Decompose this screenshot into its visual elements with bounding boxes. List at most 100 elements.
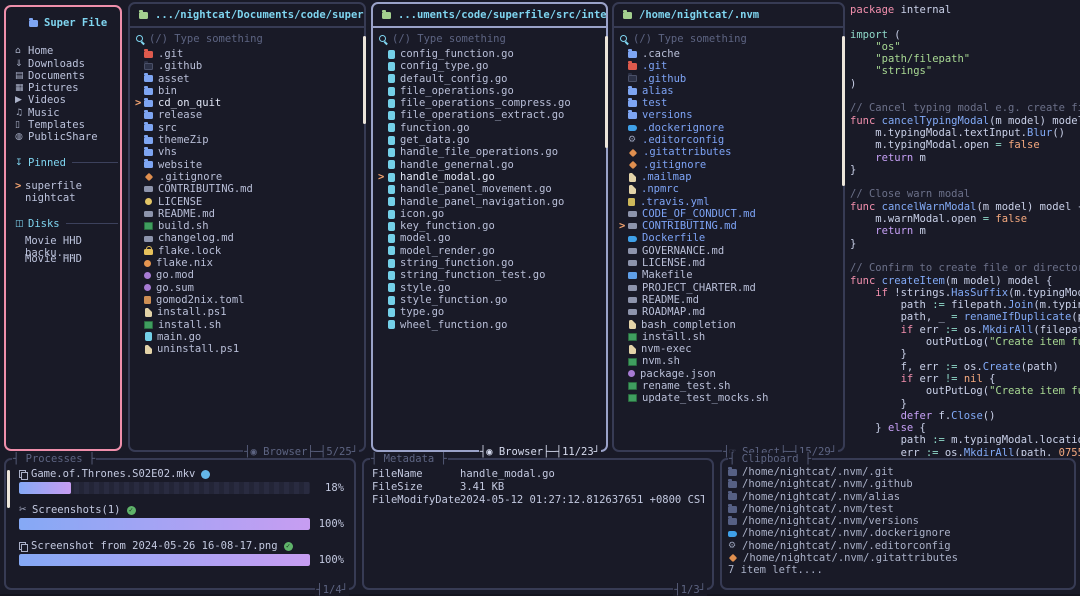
file-row[interactable]: handle_panel_movement.go	[378, 183, 606, 195]
file-row[interactable]: .npmrc	[619, 183, 843, 195]
pinned-item-superfile[interactable]: >superfile	[15, 180, 120, 192]
search-bar[interactable]: (/) Type something	[378, 33, 606, 46]
file-row[interactable]: vhs	[135, 146, 364, 158]
file-row[interactable]: .dockerignore	[619, 122, 843, 134]
file-row[interactable]: website	[135, 159, 364, 171]
file-row[interactable]: default_config.go	[378, 73, 606, 85]
file-row[interactable]: .gitignore	[619, 159, 843, 171]
file-row[interactable]: .github	[619, 73, 843, 85]
file-row[interactable]: LICENSE.md	[619, 257, 843, 269]
sidebar-item-publicshare[interactable]: ◍PublicShare	[15, 131, 120, 143]
file-row[interactable]: go.mod	[135, 269, 364, 281]
scrollbar-thumb[interactable]	[7, 470, 10, 508]
file-row[interactable]: file_operations_compress.go	[378, 97, 606, 109]
file-row[interactable]: Dockerfile	[619, 232, 843, 244]
file-row[interactable]: install.ps1	[135, 306, 364, 318]
file-row[interactable]: alias	[619, 85, 843, 97]
file-row[interactable]: .mailmap	[619, 171, 843, 183]
file-row[interactable]: ROADMAP.md	[619, 306, 843, 318]
sidebar-item-pictures[interactable]: ▦Pictures	[15, 82, 120, 94]
copy-icon	[19, 470, 31, 479]
sidebar-item-videos[interactable]: ▶Videos	[15, 94, 120, 106]
file-row[interactable]: function.go	[378, 122, 606, 134]
file-row[interactable]: Makefile	[619, 269, 843, 281]
file-row[interactable]: main.go	[135, 331, 364, 343]
file-row[interactable]: config_type.go	[378, 60, 606, 72]
file-row[interactable]: go.sum	[135, 282, 364, 294]
file-row[interactable]: update_test_mocks.sh	[619, 392, 843, 404]
file-row[interactable]: release	[135, 109, 364, 121]
clipboard-path: /home/nightcat/.nvm/.github	[742, 478, 913, 490]
file-row[interactable]: .git	[135, 48, 364, 60]
file-row[interactable]: install.sh	[619, 331, 843, 343]
file-row[interactable]: .gitattributes	[619, 146, 843, 158]
file-row[interactable]: versions	[619, 109, 843, 121]
file-row[interactable]: config_function.go	[378, 48, 606, 60]
file-row[interactable]: themeZip	[135, 134, 364, 146]
disk-item-movie-hhd-backu-[interactable]: Movie HHD backu...	[15, 241, 120, 253]
file-row[interactable]: .gitignore	[135, 171, 364, 183]
code-line: outPutLog("Create item functi	[850, 336, 1080, 348]
file-row[interactable]: test	[619, 97, 843, 109]
sidebar-item-templates[interactable]: ▯Templates	[15, 119, 120, 131]
file-row[interactable]: ⚙.editorconfig	[619, 134, 843, 146]
file-row[interactable]: changelog.md	[135, 232, 364, 244]
file-row[interactable]: flake.lock	[135, 245, 364, 257]
file-row[interactable]: key_function.go	[378, 220, 606, 232]
file-row[interactable]: .travis.yml	[619, 196, 843, 208]
search-bar[interactable]: (/) Type something	[619, 33, 843, 46]
file-row[interactable]: gomod2nix.toml	[135, 294, 364, 306]
file-row[interactable]: string_function_test.go	[378, 269, 606, 281]
file-row[interactable]: >cd_on_quit	[135, 97, 364, 109]
sidebar-item-downloads[interactable]: ⇓Downloads	[15, 58, 120, 70]
file-row[interactable]: build.sh	[135, 220, 364, 232]
file-row[interactable]: CODE_OF_CONDUCT.md	[619, 208, 843, 220]
file-row[interactable]: model_render.go	[378, 245, 606, 257]
file-row[interactable]: README.md	[135, 208, 364, 220]
file-row[interactable]: package.json	[619, 368, 843, 380]
file-row[interactable]: handle_file_operations.go	[378, 146, 606, 158]
file-row[interactable]: bin	[135, 85, 364, 97]
file-row[interactable]: .github	[135, 60, 364, 72]
file-row[interactable]: flake.nix	[135, 257, 364, 269]
file-row[interactable]: handle_panel_navigation.go	[378, 196, 606, 208]
file-row[interactable]: .git	[619, 60, 843, 72]
file-row[interactable]: asset	[135, 73, 364, 85]
scrollbar-thumb[interactable]	[605, 36, 608, 148]
file-row[interactable]: bash_completion	[619, 319, 843, 331]
file-row[interactable]: src	[135, 122, 364, 134]
search-bar[interactable]: (/) Type something	[135, 33, 364, 46]
file-row[interactable]: CONTRIBUTING.md	[135, 183, 364, 195]
sidebar-item-music[interactable]: ♫Music	[15, 107, 120, 119]
file-row[interactable]: PROJECT_CHARTER.md	[619, 282, 843, 294]
file-row[interactable]: >handle_modal.go	[378, 171, 606, 183]
file-row[interactable]: style_function.go	[378, 294, 606, 306]
file-row[interactable]: type.go	[378, 306, 606, 318]
file-row[interactable]: wheel_function.go	[378, 319, 606, 331]
file-row[interactable]: file_operations.go	[378, 85, 606, 97]
file-row[interactable]: install.sh	[135, 319, 364, 331]
file-row[interactable]: .cache	[619, 48, 843, 60]
file-row[interactable]: icon.go	[378, 208, 606, 220]
file-row[interactable]: README.md	[619, 294, 843, 306]
file-row[interactable]: >CONTRIBUTING.md	[619, 220, 843, 232]
file-row[interactable]: nvm-exec	[619, 343, 843, 355]
file-row[interactable]: model.go	[378, 232, 606, 244]
file-row[interactable]: uninstall.ps1	[135, 343, 364, 355]
scrollbar-thumb[interactable]	[363, 36, 366, 124]
pinned-item-nightcat[interactable]: nightcat	[15, 192, 120, 204]
file-row[interactable]: nvm.sh	[619, 355, 843, 367]
file-row[interactable]: rename_test.sh	[619, 380, 843, 392]
file-row[interactable]: get_data.go	[378, 134, 606, 146]
file-row[interactable]: LICENSE	[135, 196, 364, 208]
file-row[interactable]: handle_genernal.go	[378, 159, 606, 171]
file-row[interactable]: file_operations_extract.go	[378, 109, 606, 121]
scrollbar-thumb[interactable]	[842, 36, 845, 186]
sidebar-item-documents[interactable]: ▤Documents	[15, 70, 120, 82]
processes-title: ┤ Processes ├	[12, 453, 96, 465]
file-row[interactable]: style.go	[378, 282, 606, 294]
sidebar-item-home[interactable]: ⌂Home	[15, 45, 120, 57]
metadata-value: handle_modal.go	[460, 468, 555, 481]
file-row[interactable]: GOVERNANCE.md	[619, 245, 843, 257]
file-row[interactable]: string_function.go	[378, 257, 606, 269]
